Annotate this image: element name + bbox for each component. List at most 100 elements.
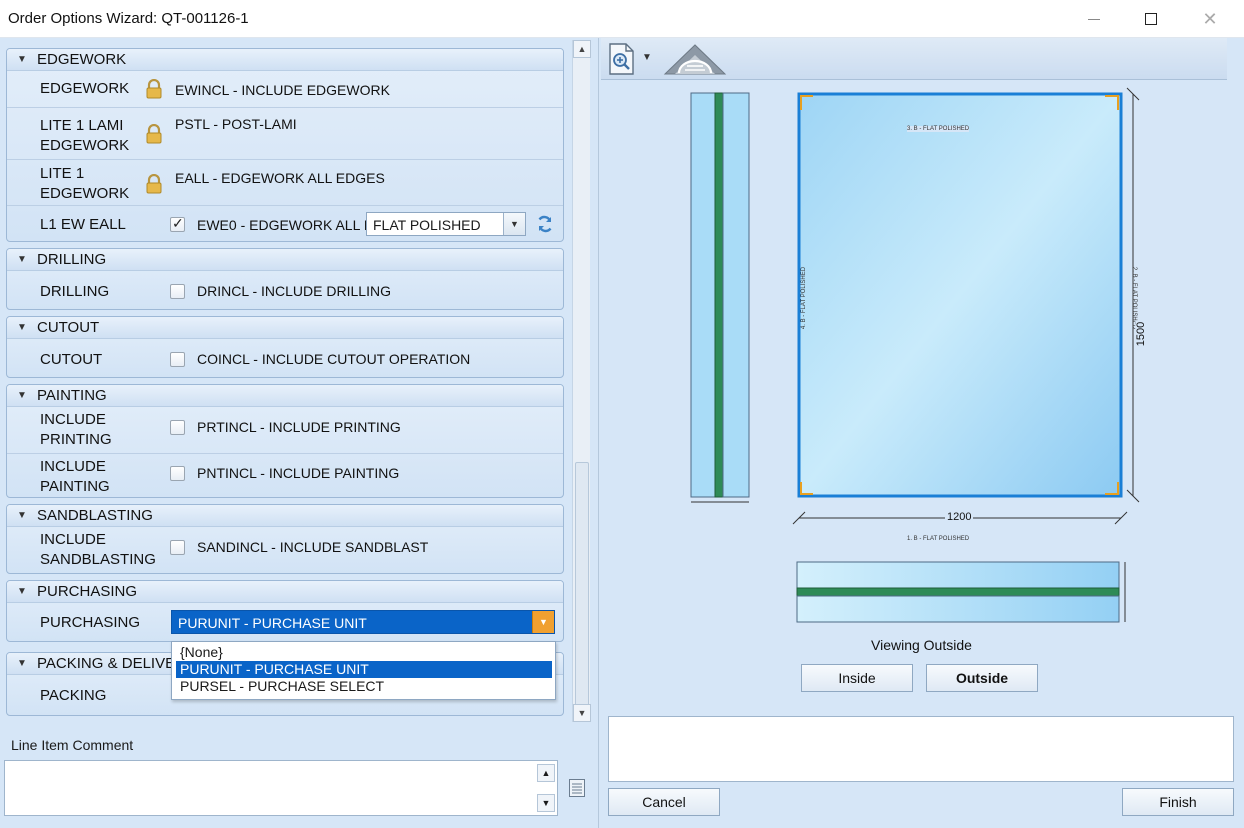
- option-label-line1: INCLUDE: [40, 458, 106, 475]
- dropdown-option[interactable]: PURSEL - PURCHASE SELECT: [176, 678, 552, 695]
- collapse-icon: ▼: [17, 658, 27, 669]
- inside-button[interactable]: Inside: [801, 664, 913, 692]
- option-value: PSTL - POST-LAMI: [175, 116, 297, 132]
- section-title: PAINTING: [37, 387, 107, 404]
- finish-button[interactable]: Finish: [1122, 788, 1234, 816]
- shape-icon[interactable]: [663, 42, 727, 76]
- option-row: PURCHASING PURUNIT - PURCHASE UNIT ▼: [7, 603, 563, 641]
- lock-icon: [146, 174, 162, 194]
- option-row: LITE 1 EDGEWORK EALL - EDGEWORK ALL EDGE…: [7, 159, 563, 205]
- dropdown-option[interactable]: {None}: [176, 644, 552, 661]
- section-header[interactable]: ▼ DRILLING: [7, 249, 563, 271]
- front-view: [792, 87, 1140, 525]
- collapse-icon: ▼: [17, 254, 27, 265]
- collapse-icon: ▼: [17, 586, 27, 597]
- comment-scroll-up[interactable]: ▲: [537, 764, 555, 782]
- option-label-line2: EDGEWORK: [40, 137, 130, 154]
- edge-finish-select[interactable]: FLAT POLISHED ▼: [366, 212, 526, 236]
- section-title: DRILLING: [37, 251, 107, 268]
- comment-scroll-down[interactable]: ▼: [537, 794, 555, 812]
- section-header[interactable]: ▼ SANDBLASTING: [7, 505, 563, 527]
- chevron-down-icon[interactable]: ▼: [532, 611, 554, 633]
- window-title: Order Options Wizard: QT-001126-1: [8, 10, 249, 27]
- option-label: PACKING: [40, 687, 107, 704]
- option-label-line1: LITE 1 LAMI: [40, 117, 124, 134]
- option-row: EDGEWORK EWINCL - INCLUDE EDGEWORK: [7, 71, 563, 107]
- glass-drawing: 3. B - FLAT POLISHED 1. B - FLAT POLISHE…: [607, 80, 1235, 740]
- dropdown-caret-icon[interactable]: ▼: [642, 52, 652, 63]
- section-title: EDGEWORK: [37, 51, 127, 68]
- option-value: DRINCL - INCLUDE DRILLING: [197, 283, 391, 299]
- note-icon[interactable]: [568, 778, 586, 798]
- option-label: EDGEWORK: [40, 80, 130, 97]
- option-label-line1: INCLUDE: [40, 411, 106, 428]
- close-icon: ✕: [1202, 8, 1218, 29]
- option-value: SANDINCL - INCLUDE SANDBLAST: [197, 539, 429, 555]
- zoom-icon[interactable]: [607, 42, 637, 76]
- option-label-line1: INCLUDE: [40, 531, 106, 548]
- option-value: EWE0 - EDGEWORK ALL I: [197, 217, 368, 233]
- comment-textarea[interactable]: ▲ ▼: [4, 760, 558, 816]
- chevron-up-icon: ▲: [577, 44, 587, 54]
- option-value: PNTINCL - INCLUDE PAINTING: [197, 465, 400, 481]
- preview-panel: ▼ 3. B - FLAT POLISHED 1. B - FLAT POLIS…: [598, 38, 1244, 828]
- section-painting: ▼ PAINTING INCLUDE PRINTING PRTINCL - IN…: [6, 384, 564, 498]
- option-label: DRILLING: [40, 283, 110, 300]
- dropdown-option-selected[interactable]: PURUNIT - PURCHASE UNIT: [176, 661, 552, 678]
- maximize-icon: [1145, 13, 1157, 25]
- section-cutout: ▼ CUTOUT CUTOUT COINCL - INCLUDE CUTOUT …: [6, 316, 564, 378]
- option-row: LITE 1 LAMI EDGEWORK PSTL - POST-LAMI: [7, 107, 563, 159]
- select-value: PURUNIT - PURCHASE UNIT: [178, 615, 367, 631]
- chevron-down-icon[interactable]: ▼: [503, 213, 525, 235]
- outside-button[interactable]: Outside: [926, 664, 1038, 692]
- scroll-up-button[interactable]: ▲: [573, 40, 591, 58]
- maximize-button[interactable]: [1133, 6, 1169, 32]
- collapse-icon: ▼: [17, 322, 27, 333]
- comment-section: Line Item Comment ▲ ▼: [0, 724, 597, 828]
- options-scrollbar[interactable]: ▲ ▼: [572, 40, 591, 722]
- option-row: INCLUDE PRINTING PRTINCL - INCLUDE PRINT…: [7, 407, 563, 453]
- option-label-line2: PAINTING: [40, 478, 110, 495]
- option-value: COINCL - INCLUDE CUTOUT OPERATION: [197, 351, 471, 367]
- minimize-button[interactable]: [1076, 6, 1112, 32]
- option-checkbox[interactable]: [170, 420, 185, 435]
- option-checkbox[interactable]: [170, 284, 185, 299]
- chevron-down-icon: ▼: [577, 708, 587, 718]
- refresh-icon[interactable]: [535, 214, 555, 234]
- section-header[interactable]: ▼ EDGEWORK: [7, 49, 563, 71]
- minimize-icon: [1088, 18, 1100, 20]
- option-value: EALL - EDGEWORK ALL EDGES: [175, 170, 385, 186]
- option-checkbox[interactable]: [170, 215, 185, 232]
- section-header[interactable]: ▼ PAINTING: [7, 385, 563, 407]
- section-header[interactable]: ▼ PURCHASING: [7, 581, 563, 603]
- preview-notes-box[interactable]: [608, 716, 1234, 782]
- side-profile-view: [690, 92, 750, 503]
- scroll-down-button[interactable]: ▼: [573, 704, 591, 722]
- cancel-button[interactable]: Cancel: [608, 788, 720, 816]
- option-checkbox[interactable]: [170, 352, 185, 367]
- lock-icon: [146, 124, 162, 144]
- option-label: PURCHASING: [40, 614, 141, 631]
- width-dimension: 1200: [945, 511, 974, 523]
- viewing-label: Viewing Outside: [871, 637, 972, 653]
- edge-profile-view: [796, 561, 1126, 623]
- option-label: L1 EW EALL: [40, 216, 126, 233]
- scroll-thumb[interactable]: [575, 462, 589, 706]
- option-checkbox[interactable]: [170, 540, 185, 555]
- section-drilling: ▼ DRILLING DRILLING DRINCL - INCLUDE DRI…: [6, 248, 564, 310]
- title-bar: Order Options Wizard: QT-001126-1 ✕: [0, 0, 1244, 38]
- chevron-up-icon: ▲: [541, 768, 551, 778]
- purchasing-select[interactable]: PURUNIT - PURCHASE UNIT ▼: [171, 610, 555, 634]
- collapse-icon: ▼: [17, 510, 27, 521]
- lock-icon: [146, 79, 162, 99]
- section-header[interactable]: ▼ CUTOUT: [7, 317, 563, 339]
- section-title: PURCHASING: [37, 583, 138, 600]
- chevron-down-icon: ▼: [541, 798, 551, 808]
- height-dimension: 1500: [1135, 319, 1148, 349]
- select-value: FLAT POLISHED: [373, 217, 481, 233]
- option-checkbox[interactable]: [170, 466, 185, 481]
- section-title: PACKING & DELIVER: [37, 655, 186, 672]
- close-button[interactable]: ✕: [1192, 6, 1228, 32]
- section-edgework: ▼ EDGEWORK EDGEWORK EWINCL - INCLUDE EDG…: [6, 48, 564, 242]
- left-edge-label: 4. B - FLAT POLISHED: [801, 266, 808, 330]
